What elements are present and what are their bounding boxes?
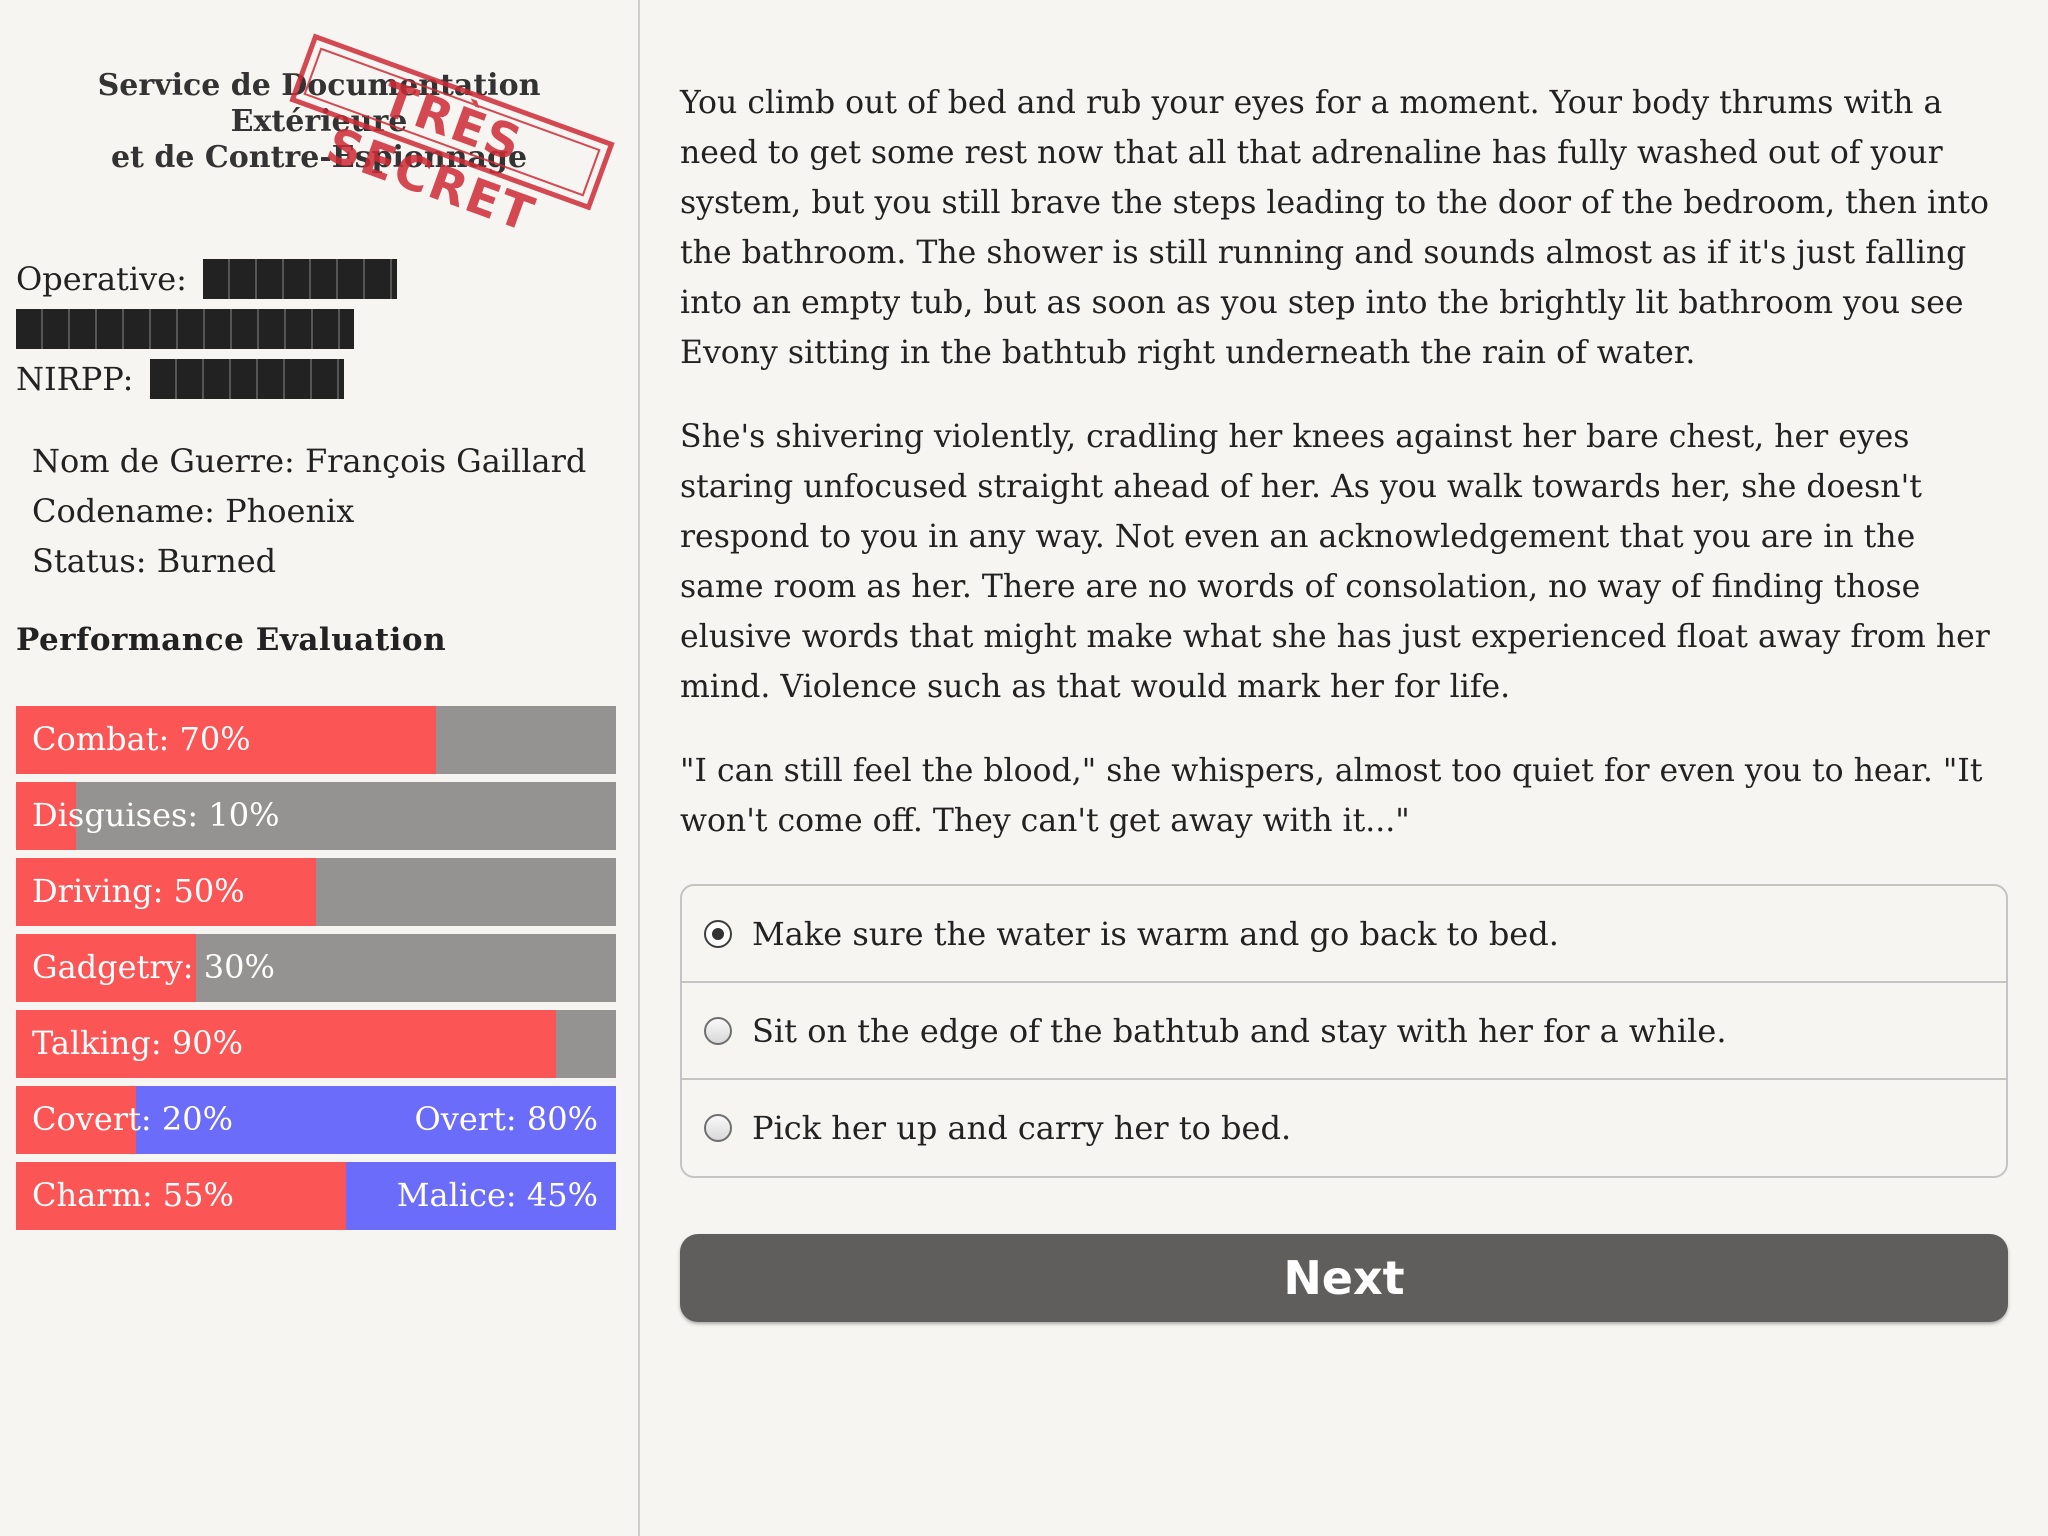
story-paragraph: You climb out of bed and rub your eyes f…	[680, 85, 1989, 371]
choice-option[interactable]: Make sure the water is warm and go back …	[682, 886, 2006, 983]
stat-bar: Gadgetry: 30%	[16, 934, 616, 1002]
stat-bar-label: Driving: 50%	[32, 872, 245, 910]
stat-bar-label: Combat: 70%	[32, 720, 251, 758]
opposed-stat-left-label: Covert: 20%	[32, 1100, 233, 1138]
redacted-operative-detail	[16, 308, 354, 349]
choice-label: Make sure the water is warm and go back …	[752, 915, 1559, 953]
opposed-stat-right-label: Malice: 45%	[396, 1176, 598, 1214]
performance-title: Performance Evaluation	[16, 622, 447, 658]
nirpp-row: NIRPP:	[16, 354, 616, 404]
stat-bar: Talking: 90%	[16, 1010, 616, 1078]
redacted-nirpp	[149, 358, 344, 399]
stat-bar-label: Disguises: 10%	[32, 796, 280, 834]
operative-row: Operative:	[16, 254, 616, 304]
identity-block: Nom de Guerre: François Gaillard Codenam…	[32, 436, 612, 586]
redacted-operative-name	[203, 258, 398, 299]
story-paragraph: She's shivering violently, cradling her …	[680, 419, 1990, 705]
choice-option[interactable]: Sit on the edge of the bathtub and stay …	[682, 983, 2006, 1080]
choice-label: Sit on the edge of the bathtub and stay …	[752, 1012, 1727, 1050]
stat-bar-label: Talking: 90%	[32, 1024, 243, 1062]
choice-option[interactable]: Pick her up and carry her to bed.	[682, 1080, 2006, 1176]
radio-button[interactable]	[704, 1017, 732, 1045]
nom-de-guerre: Nom de Guerre: François Gaillard	[32, 442, 587, 480]
operative-id-block: Operative: NIRPP:	[16, 254, 616, 404]
stat-bar: Disguises: 10%	[16, 782, 616, 850]
operative-label: Operative:	[16, 260, 187, 298]
status: Status: Burned	[32, 542, 277, 580]
codename: Codename: Phoenix	[32, 492, 355, 530]
choice-list: Make sure the water is warm and go back …	[680, 884, 2008, 1178]
next-button[interactable]: Next	[680, 1234, 2008, 1322]
choice-label: Pick her up and carry her to bed.	[752, 1109, 1292, 1147]
story-paragraph: "I can still feel the blood," she whispe…	[680, 753, 1983, 839]
stat-bar: Driving: 50%	[16, 858, 616, 926]
opposed-stat-bar: Covert: 20% Overt: 80%	[16, 1086, 616, 1154]
opposed-stat-left-label: Charm: 55%	[32, 1176, 234, 1214]
opposed-stat-right-label: Overt: 80%	[414, 1100, 598, 1138]
radio-button[interactable]	[704, 920, 732, 948]
redacted-row	[16, 304, 616, 354]
stat-bar-label: Gadgetry: 30%	[32, 948, 275, 986]
opposed-stat-bar: Charm: 55% Malice: 45%	[16, 1162, 616, 1230]
stats-sidebar: Service de Documentation Extérieure et d…	[0, 0, 640, 1536]
radio-button[interactable]	[704, 1114, 732, 1142]
stat-bar: Combat: 70%	[16, 706, 616, 774]
story-text: You climb out of bed and rub your eyes f…	[680, 78, 2008, 880]
performance-bars: Combat: 70% Disguises: 10% Driving: 50% Gad…	[16, 706, 616, 1238]
nirpp-label: NIRPP:	[16, 360, 134, 398]
